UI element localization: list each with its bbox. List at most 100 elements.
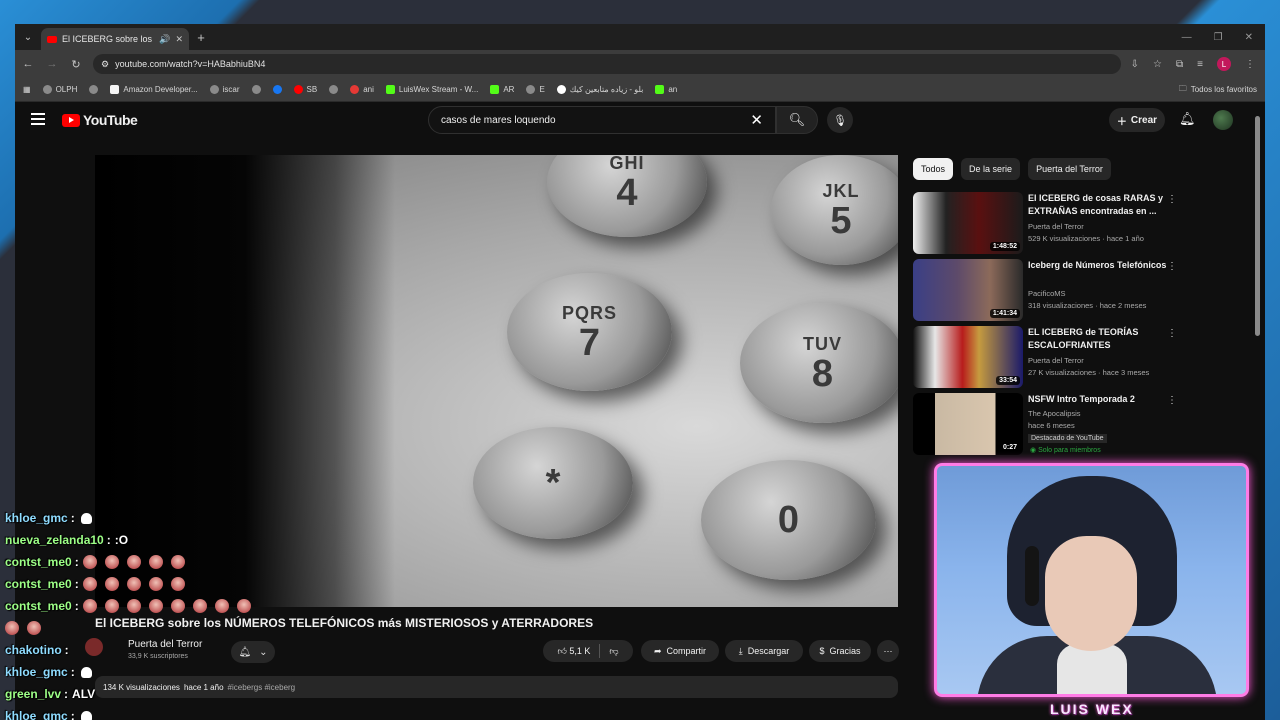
new-tab-button[interactable]: +	[189, 30, 213, 45]
chat-message: chakotino:	[5, 639, 295, 661]
search-button[interactable]: 🔍︎	[776, 106, 818, 134]
bookmark-item[interactable]: E	[526, 85, 545, 94]
circle-icon	[556, 85, 566, 94]
back-icon[interactable]: ←	[21, 58, 35, 70]
recommendation-channel[interactable]: PacificoMS	[1028, 289, 1066, 298]
bookmark-label: OLPH	[55, 85, 78, 94]
close-tab-icon[interactable]: ✕	[175, 34, 183, 45]
bookmark-item[interactable]: iscar	[209, 85, 240, 94]
restore-icon[interactable]: ❐	[1214, 32, 1223, 43]
bookmark-item[interactable]: ani	[350, 85, 374, 94]
recommendation-item[interactable]: 33:54 EL ICEBERG de TEORÍAS ESCALOFRIANT…	[913, 326, 1183, 388]
site-info-icon[interactable]: ⚙	[101, 59, 109, 70]
media-control-icon[interactable]: ≡	[1197, 59, 1203, 70]
chat-message: nueva_zelanda10::O	[5, 529, 295, 551]
bookmark-item[interactable]: an	[655, 85, 677, 94]
chat-emote-icon	[126, 555, 141, 569]
bookmark-star-icon[interactable]: ☆	[1153, 59, 1162, 70]
close-window-icon[interactable]: ✕	[1245, 32, 1253, 43]
chat-emote-icon	[170, 555, 185, 569]
anime-icon	[350, 85, 360, 94]
video-thumbnail[interactable]: 0:27	[913, 393, 1023, 455]
stream-chat-overlay: khloe_gmc: nueva_zelanda10::O contst_me0: c…	[5, 507, 295, 720]
recommendation-title[interactable]: NSFW Intro Temporada 2	[1028, 393, 1168, 406]
voice-search-button[interactable]: 🎙︎	[827, 107, 853, 133]
share-label: Compartir	[666, 646, 707, 656]
extensions-icon[interactable]: ⧉	[1176, 59, 1183, 70]
minimize-icon[interactable]: —	[1182, 32, 1192, 43]
recommendation-item[interactable]: 1:41:34 Iceberg de Números Telefónicos P…	[913, 259, 1183, 321]
account-avatar[interactable]	[1213, 110, 1233, 130]
recommendation-title[interactable]: El ICEBERG de cosas RARAS y EXTRAÑAS enc…	[1028, 192, 1168, 218]
more-options-icon[interactable]: ⋮	[1167, 395, 1177, 406]
more-options-icon[interactable]: ⋮	[1167, 261, 1177, 272]
chat-message: green_lvv: ALV	[5, 683, 295, 705]
profile-avatar[interactable]: L	[1217, 57, 1231, 71]
chat-separator: :	[64, 643, 69, 657]
bookmark-item[interactable]: OLPH	[42, 85, 78, 94]
bookmark-item[interactable]	[251, 85, 261, 94]
thanks-button[interactable]: $ Gracias	[809, 640, 871, 662]
recommendation-channel[interactable]: Puerta del Terror	[1028, 356, 1084, 365]
all-bookmarks-button[interactable]: 🗀 Todos los favoritos	[1179, 83, 1257, 97]
recommendation-channel[interactable]: The Apocalipsis	[1028, 409, 1081, 418]
youtube-logo[interactable]: YouTube	[62, 112, 138, 128]
bookmark-item[interactable]	[89, 85, 99, 94]
chat-emote-icon	[126, 577, 141, 591]
hamburger-menu-icon[interactable]	[31, 113, 45, 125]
kick-icon	[655, 85, 665, 94]
thanks-icon: $	[819, 646, 825, 656]
browser-menu-icon[interactable]: ⋮	[1245, 59, 1255, 70]
chat-emote-icon	[82, 555, 97, 569]
chip-de-la-serie[interactable]: De la serie	[961, 158, 1021, 180]
share-button[interactable]: ➦ Compartir	[641, 640, 719, 662]
more-options-icon[interactable]: ⋮	[1167, 328, 1177, 339]
video-thumbnail[interactable]: 1:41:34	[913, 259, 1023, 321]
recommendation-channel[interactable]: Puerta del Terror	[1028, 222, 1084, 231]
video-thumbnail[interactable]: 33:54	[913, 326, 1023, 388]
recommendation-item[interactable]: 0:27 NSFW Intro Temporada 2 The Apocalip…	[913, 393, 1183, 455]
bookmark-item[interactable]: LuisWex Stream - W...	[385, 85, 478, 94]
bookmark-item[interactable]	[329, 85, 339, 94]
download-icon: ⤓	[738, 645, 743, 656]
bookmark-item[interactable]: AR	[490, 85, 514, 94]
more-options-icon[interactable]: ⋮	[1167, 194, 1177, 205]
dislike-icon[interactable]: 👎︎	[609, 646, 618, 657]
active-tab[interactable]: El ICEBERG sobre los NÚMERO 🔊 ✕	[41, 28, 189, 50]
tab-search-button[interactable]: ⌄	[15, 32, 41, 43]
chat-separator: :	[64, 687, 69, 701]
speaker-icon[interactable]: 🔊	[159, 34, 170, 45]
bookmark-item[interactable]: بلو - زياده متابعين كيك	[556, 85, 643, 94]
create-button[interactable]: ＋ Crear	[1109, 108, 1165, 132]
recommendation-title[interactable]: Iceberg de Números Telefónicos	[1028, 259, 1168, 272]
chat-emote-icon	[104, 599, 119, 613]
chat-separator: :	[74, 599, 79, 613]
recommendation-item[interactable]: 1:48:52 El ICEBERG de cosas RARAS y EXTR…	[913, 192, 1183, 254]
address-bar[interactable]: ⚙ youtube.com/watch?v=HABabhiuBN4	[93, 54, 1121, 74]
video-thumbnail[interactable]: 1:48:52	[913, 192, 1023, 254]
search-input[interactable]: casos de mares loquendo ✕	[428, 106, 776, 134]
like-button[interactable]: 👍︎ 5,1 K	[557, 646, 590, 657]
logo-text: YouTube	[83, 112, 138, 128]
chat-emote-icon	[27, 621, 41, 635]
chat-text: :O	[114, 533, 129, 547]
chip-todos[interactable]: Todos	[913, 158, 954, 180]
bookmark-item[interactable]	[272, 85, 282, 94]
bookmark-item[interactable]: Amazon Developer...	[110, 85, 198, 94]
chip-puerta-del-terror[interactable]: Puerta del Terror	[1028, 158, 1111, 180]
recommendation-title[interactable]: EL ICEBERG de TEORÍAS ESCALOFRIANTES	[1028, 326, 1168, 352]
chat-emote-icon	[214, 599, 229, 613]
clear-search-icon[interactable]: ✕	[750, 111, 763, 129]
more-actions-button[interactable]: ⋯	[877, 640, 899, 662]
apps-grid-icon[interactable]: ▦	[23, 85, 31, 94]
download-button[interactable]: ⤓ Descargar	[725, 640, 803, 662]
youtube-header: YouTube casos de mares loquendo ✕ 🔍︎ 🎙︎ …	[15, 102, 1265, 142]
page-scrollbar[interactable]	[1255, 116, 1260, 336]
microphone-icon: 🎙︎	[833, 114, 847, 127]
notifications-bell-icon[interactable]: 🔔︎	[1179, 111, 1196, 127]
install-app-icon[interactable]: ⇩	[1131, 59, 1139, 70]
forward-icon[interactable]: →	[45, 58, 59, 70]
bookmark-item[interactable]: SB	[293, 85, 317, 94]
key-digit: 7	[578, 321, 601, 364]
reload-icon[interactable]: ↻	[69, 58, 83, 71]
